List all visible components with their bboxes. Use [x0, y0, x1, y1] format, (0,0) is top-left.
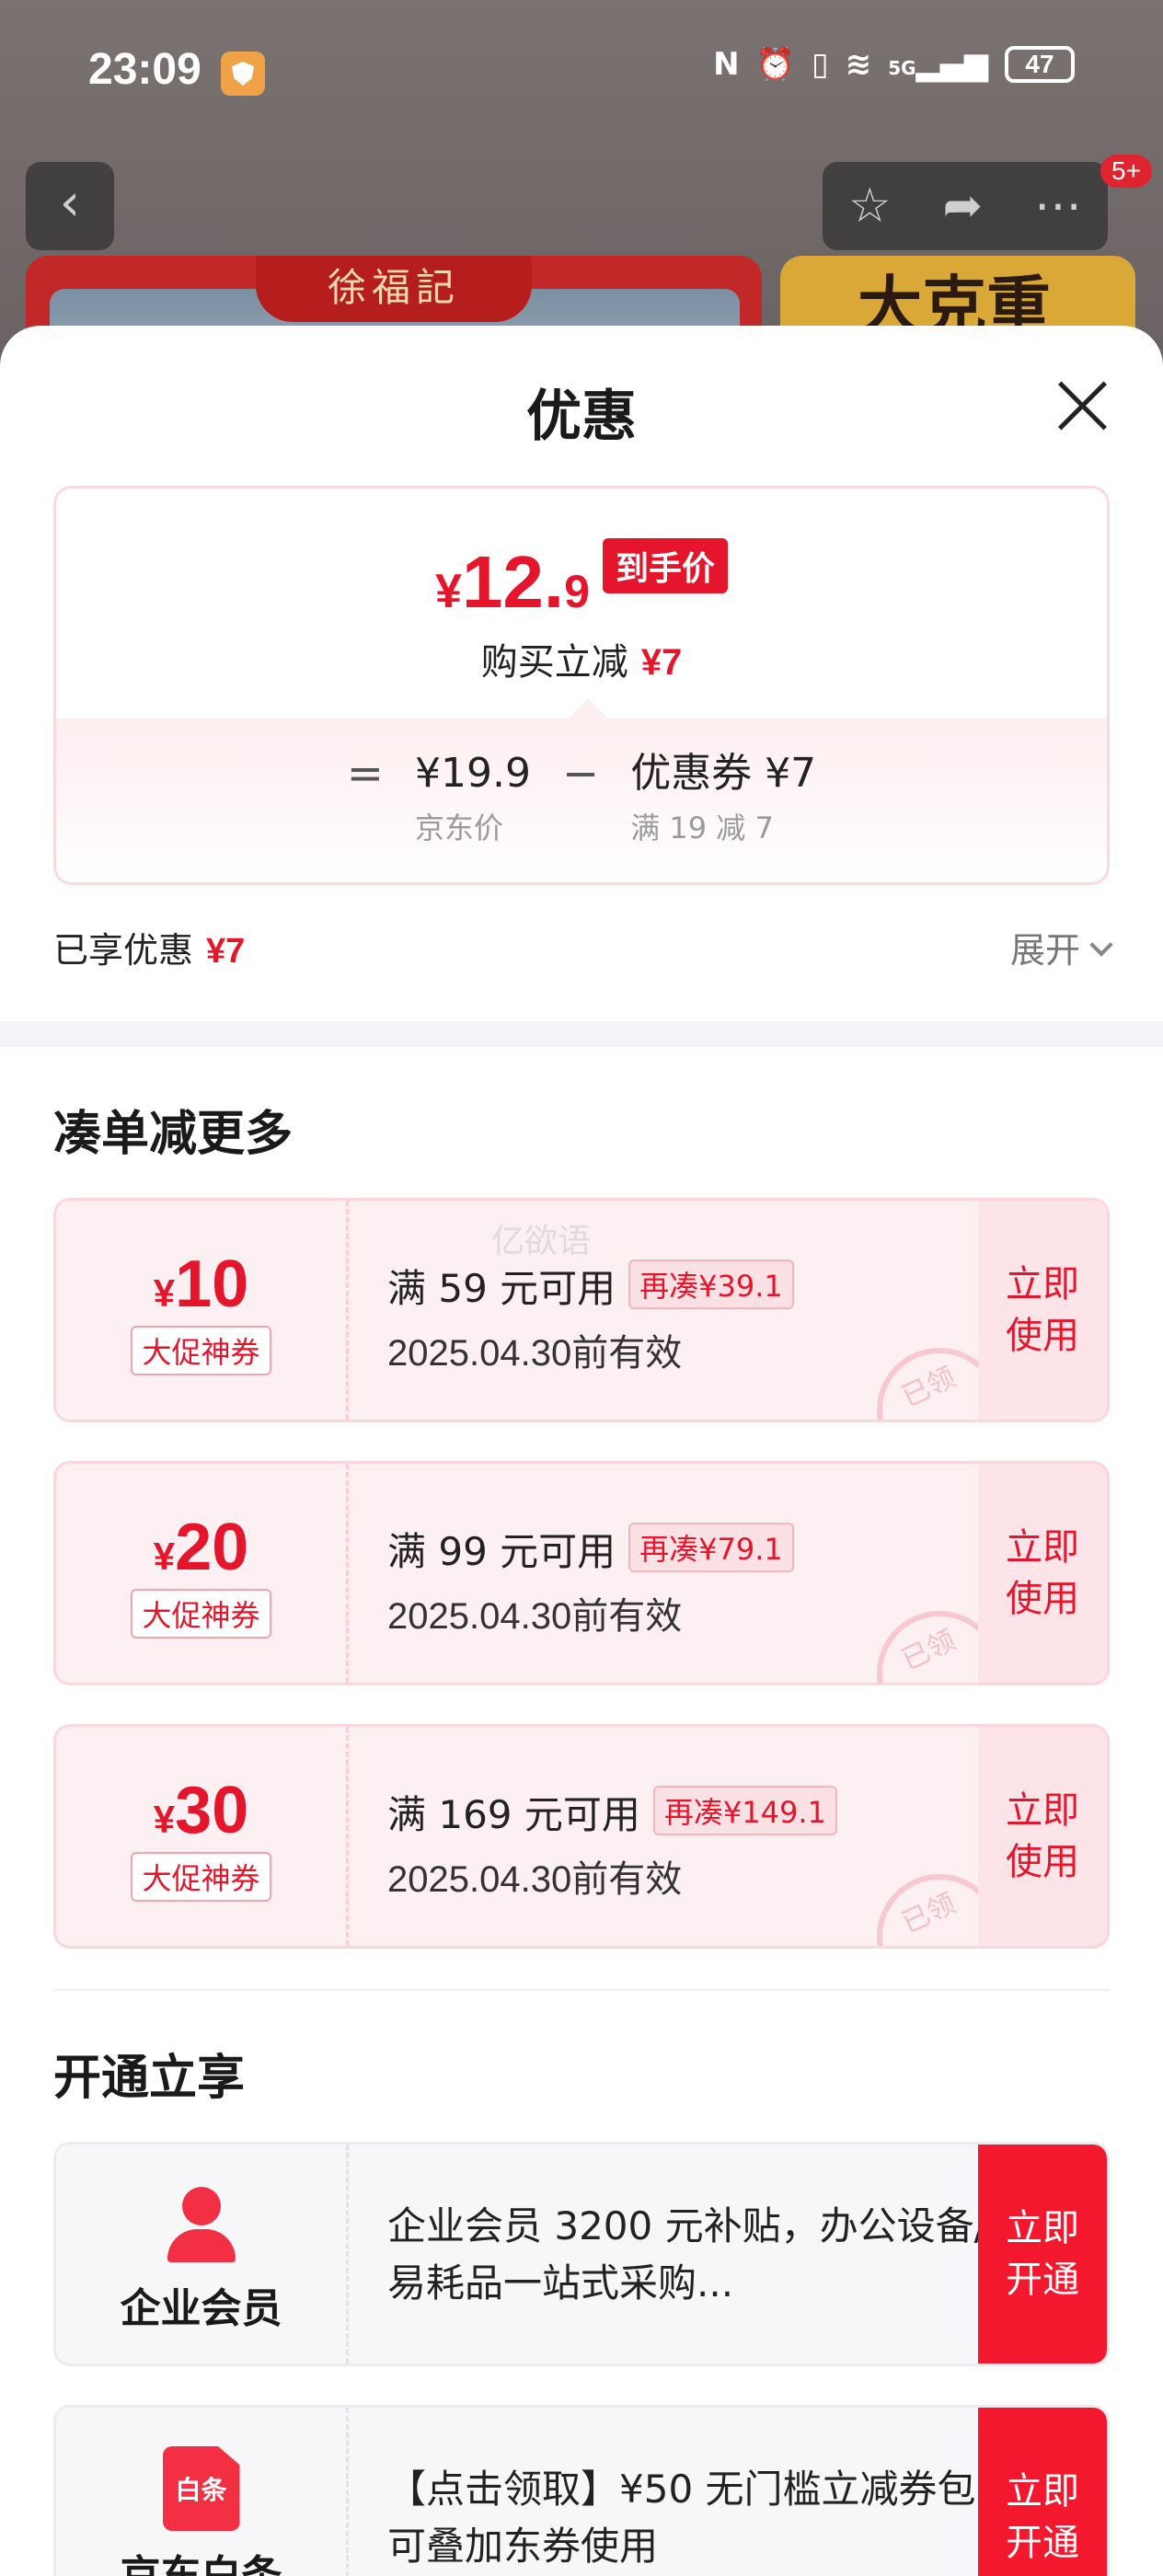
sheet-title: 优惠 — [526, 385, 637, 449]
nav-actions: ☆ ➦ ⋯ — [823, 162, 1108, 250]
currency-symbol: ¥ — [435, 565, 462, 618]
coupon-amount-area: ¥20 大促神券 — [56, 1464, 349, 1683]
message-badge: 5+ — [1100, 155, 1152, 188]
expand-button[interactable]: 展开 — [1009, 922, 1113, 972]
coupon-rule: 满 19 减 7 — [630, 811, 774, 845]
back-button[interactable]: ‹ — [26, 162, 114, 250]
jd-price-item: ¥19.9 京东价 — [415, 746, 531, 847]
coupon-number: 30 — [175, 1774, 249, 1847]
coupon-card[interactable]: ¥20 大促神券 满 99 元可用 再凑¥79.1 2025.04.30前有效 已… — [53, 1461, 1110, 1685]
clock: 23:09 — [88, 45, 202, 94]
network-type: 5G — [888, 57, 916, 79]
chevron-down-icon — [1089, 933, 1113, 957]
coupon-details: 满 99 元可用 再凑¥79.1 2025.04.30前有效 — [387, 1521, 794, 1639]
vibrate-icon: ▯ — [811, 46, 829, 83]
minus-sign: − — [561, 748, 600, 799]
equals-sign: = — [346, 748, 385, 799]
combine-section-title: 凑单减更多 — [53, 1107, 294, 1162]
save-value: ¥7 — [640, 642, 683, 683]
jd-price-label: 京东价 — [415, 811, 504, 845]
app-notification-icon — [221, 52, 265, 96]
save-label: 购买立减 — [480, 641, 628, 684]
price-formula: = ¥19.9 京东价 − 优惠券 ¥7 满 19 减 7 — [56, 746, 1107, 847]
coupon-value: 优惠券 ¥7 — [630, 750, 817, 797]
coupon-amount-area: ¥30 大促神券 — [56, 1727, 349, 1946]
coupon-amount: ¥10 — [56, 1247, 346, 1322]
jd-price: ¥19.9 — [415, 750, 531, 797]
nfc-icon: N — [713, 46, 740, 83]
close-icon[interactable] — [1054, 377, 1110, 432]
price-decimal: 9 — [564, 566, 590, 617]
status-bar: 23:09 N ⏰ ▯ ≋ 5G▂▄▆ 47 — [0, 0, 1163, 147]
price-breakdown: = ¥19.9 京东价 − 优惠券 ¥7 满 19 减 7 — [56, 719, 1107, 882]
coupon-amount: ¥30 — [56, 1773, 346, 1848]
coupon-remaining: 再凑¥149.1 — [652, 1786, 837, 1835]
currency-symbol: ¥ — [153, 1271, 176, 1315]
use-now-button[interactable]: 立即 使用 — [978, 1727, 1107, 1946]
coupon-validity: 2025.04.30前有效 — [387, 1859, 683, 1900]
star-icon[interactable]: ☆ — [848, 178, 892, 234]
baitiao-icon: 白条 — [162, 2446, 240, 2531]
membership-description: 【点击领取】¥50 无门槛立减券包,可叠加东券使用 — [387, 2467, 988, 2569]
top-nav: ‹ ☆ ➦ ⋯ 5+ — [0, 155, 1163, 250]
currency-symbol: ¥ — [153, 1798, 176, 1841]
coupon-type-badge: 大促神券 — [131, 1589, 271, 1639]
coupon-type-badge: 大促神券 — [131, 1326, 271, 1375]
coupon-validity: 2025.04.30前有效 — [387, 1333, 683, 1374]
enjoyed-value: ¥7 — [206, 932, 246, 971]
coupon-validity: 2025.04.30前有效 — [387, 1596, 683, 1637]
coupon-type-badge: 大促神券 — [131, 1852, 271, 1902]
coupon-condition: 满 59 元可用 — [387, 1266, 616, 1311]
open-now-button[interactable]: 立即 开通 — [978, 2408, 1107, 2576]
signal-icon: 5G▂▄▆ — [888, 46, 988, 83]
membership-card[interactable]: 白条 京东白条 【点击领取】¥50 无门槛立减券包,可叠加东券使用 立即 开通 — [53, 2405, 1110, 2576]
person-icon — [160, 2187, 243, 2264]
price-integer: 12. — [461, 541, 565, 623]
final-price-tag: 到手价 — [602, 538, 728, 593]
enjoyed-label: 已享优惠 — [53, 930, 194, 971]
wifi-icon: ≋ — [845, 46, 872, 83]
currency-symbol: ¥ — [153, 1535, 176, 1578]
coupon-condition: 满 169 元可用 — [387, 1792, 640, 1837]
more-icon[interactable]: ⋯ — [1034, 178, 1082, 234]
price-card: ¥12.9 到手价 购买立减 ¥7 = ¥19.9 京东价 − 优惠券 ¥7 满 1… — [53, 486, 1110, 885]
membership-name: 企业会员 — [120, 2285, 282, 2332]
coupon-amount: ¥20 — [56, 1510, 346, 1585]
battery-icon: 47 — [1005, 46, 1075, 83]
divider — [53, 1989, 1110, 1991]
instant-discount: 购买立减 ¥7 — [56, 632, 1107, 685]
discount-sheet: 优惠 ¥12.9 到手价 购买立减 ¥7 = ¥19.9 京东价 − 优惠券 ¥7 … — [0, 326, 1163, 2576]
coupon-details: 满 59 元可用 再凑¥39.1 2025.04.30前有效 — [387, 1258, 794, 1376]
coupon-remaining: 再凑¥79.1 — [628, 1523, 794, 1572]
membership-description: 企业会员 3200 元补贴，办公设备/易耗品一站式采购... — [387, 2203, 987, 2306]
share-icon[interactable]: ➦ — [943, 178, 984, 234]
coupon-details: 满 169 元可用 再凑¥149.1 2025.04.30前有效 — [387, 1784, 837, 1903]
alarm-icon: ⏰ — [755, 46, 795, 83]
final-price: ¥12.9 到手价 — [56, 538, 1107, 625]
coupon-item: 优惠券 ¥7 满 19 减 7 — [630, 746, 816, 847]
membership-icon-area: 白条 京东白条 — [56, 2408, 349, 2576]
final-price-area: ¥12.9 到手价 购买立减 ¥7 — [56, 489, 1107, 719]
coupon-number: 20 — [175, 1511, 249, 1584]
use-now-button[interactable]: 立即 使用 — [978, 1201, 1107, 1420]
membership-card[interactable]: 企业会员 企业会员 3200 元补贴，办公设备/易耗品一站式采购... 立即 开通 — [53, 2142, 1110, 2366]
coupon-amount-area: ¥10 大促神券 — [56, 1201, 349, 1420]
coupon-number: 10 — [175, 1248, 249, 1321]
coupon-remaining: 再凑¥39.1 — [628, 1259, 794, 1309]
section-divider — [0, 1021, 1163, 1047]
coupon-condition: 满 99 元可用 — [387, 1529, 616, 1574]
system-icons: N ⏰ ▯ ≋ 5G▂▄▆ 47 — [713, 46, 1075, 83]
open-now-button[interactable]: 立即 开通 — [978, 2145, 1107, 2363]
expand-label: 展开 — [1009, 930, 1080, 971]
brand-logo: 徐福記 — [256, 256, 532, 322]
enjoyed-discount: 已享优惠 ¥7 — [53, 922, 245, 972]
watermark: 亿欲语 — [491, 1223, 592, 1260]
open-section-title: 开通立享 — [53, 2051, 246, 2106]
use-now-button[interactable]: 立即 使用 — [978, 1464, 1107, 1683]
coupon-card[interactable]: ¥30 大促神券 满 169 元可用 再凑¥149.1 2025.04.30前有效… — [53, 1724, 1110, 1949]
membership-icon-area: 企业会员 — [56, 2145, 349, 2363]
membership-name: 京东白条 — [120, 2552, 282, 2576]
